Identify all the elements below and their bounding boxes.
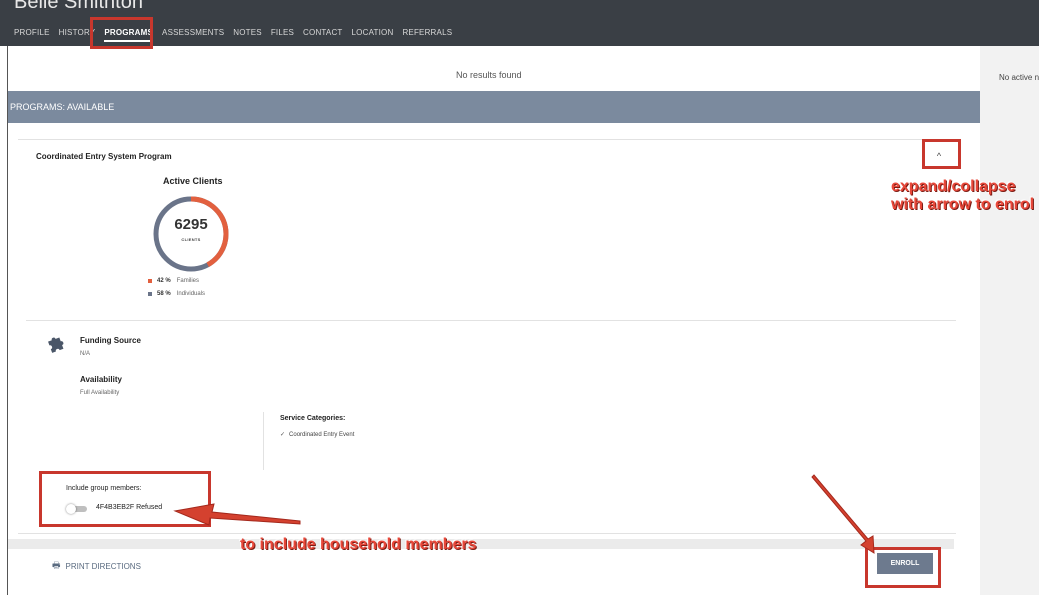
- active-clients-unit: CLIENTS: [181, 237, 201, 242]
- tab-referrals[interactable]: REFERRALS: [402, 28, 452, 42]
- tab-profile[interactable]: PROFILE: [14, 28, 50, 42]
- availability-value: Full Availability: [80, 390, 120, 396]
- annotation-household: to include household members: [240, 536, 477, 553]
- service-category-label: Coordinated Entry Event: [289, 432, 355, 438]
- right-panel: No active n: [980, 46, 1039, 595]
- client-tabs: PROFILE HISTORY PROGRAMS ASSESSMENTS NOT…: [14, 28, 461, 42]
- check-icon: ✓: [280, 432, 286, 438]
- funding-source-label: Funding Source: [80, 336, 141, 345]
- funding-source-value: N/A: [80, 351, 91, 357]
- legend-label: Individuals: [176, 291, 206, 297]
- highlight-enroll: [865, 547, 941, 588]
- legend-pct: 42 %: [157, 278, 171, 284]
- service-category-item: ✓ Coordinated Entry Event: [280, 431, 354, 438]
- highlight-programs-tab: [90, 17, 153, 49]
- client-header: Belle Smithton PROFILE HISTORY PROGRAMS …: [0, 0, 1039, 46]
- availability-label: Availability: [80, 375, 122, 384]
- print-directions-label: PRINT DIRECTIONS: [65, 561, 141, 571]
- puzzle-icon: [46, 333, 66, 359]
- legend-families: 42 % Families: [148, 278, 199, 284]
- printer-icon: 🖶: [52, 560, 61, 570]
- tab-notes[interactable]: NOTES: [233, 28, 262, 42]
- section-title: PROGRAMS: AVAILABLE: [10, 102, 115, 112]
- tab-files[interactable]: FILES: [271, 28, 294, 42]
- annotation-expand-line1: expand/collapse: [891, 178, 1016, 195]
- service-categories-title: Service Categories:: [280, 415, 346, 422]
- annotation-expand-line2: with arrow to enrol: [891, 196, 1035, 213]
- highlight-group-members: [39, 471, 211, 527]
- section-header: PROGRAMS: AVAILABLE: [8, 91, 980, 123]
- program-title: Coordinated Entry System Program: [36, 152, 172, 161]
- right-panel-text: No active n: [999, 73, 1039, 82]
- legend-swatch-individuals: [148, 292, 152, 296]
- active-clients-donut: [153, 196, 229, 272]
- highlight-collapse-arrow: [922, 139, 961, 169]
- enrolled-empty-text: No results found: [456, 70, 522, 80]
- legend-swatch-families: [148, 279, 152, 283]
- active-clients-total: 6295: [174, 216, 208, 233]
- client-name: Belle Smithton: [14, 0, 143, 13]
- legend-label: Families: [176, 278, 200, 284]
- bottom-strip: [8, 539, 954, 549]
- legend-pct: 58 %: [157, 291, 171, 297]
- legend-individuals: 58 % Individuals: [148, 291, 205, 297]
- divider: [26, 320, 956, 321]
- divider: [18, 533, 956, 534]
- divider: [18, 139, 956, 140]
- tab-assessments[interactable]: ASSESSMENTS: [162, 28, 224, 42]
- tab-location[interactable]: LOCATION: [352, 28, 394, 42]
- print-directions-link[interactable]: 🖶 PRINT DIRECTIONS: [52, 558, 141, 574]
- tab-contact[interactable]: CONTACT: [303, 28, 342, 42]
- divider: [263, 412, 264, 470]
- active-clients-title: Active Clients: [163, 176, 223, 186]
